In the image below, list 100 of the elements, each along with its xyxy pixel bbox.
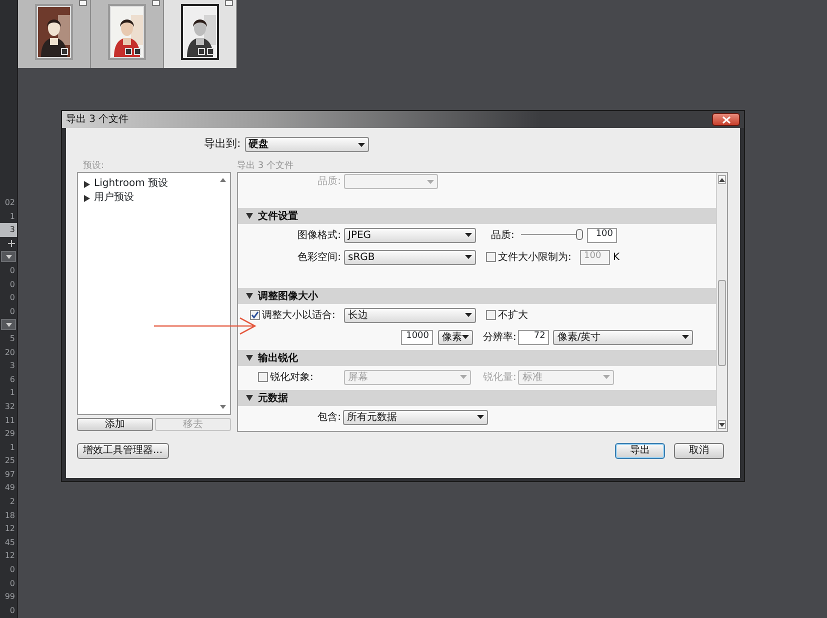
badge-icon <box>134 48 141 55</box>
caret-icon <box>427 180 434 184</box>
badge-icon <box>61 48 68 55</box>
input-field[interactable]: 72 <box>518 330 550 344</box>
row-number[interactable]: 02 <box>0 196 17 210</box>
section-header[interactable]: 输出锐化 <box>238 350 716 366</box>
cancel-button[interactable]: 取消 <box>674 443 724 459</box>
dropdown[interactable]: 像素/英寸 <box>553 330 694 344</box>
dropdown[interactable]: 长边 <box>344 308 476 322</box>
filmstrip-cell[interactable] <box>18 0 91 68</box>
row-number[interactable]: 12 <box>0 522 17 536</box>
row-number[interactable]: 2 <box>0 495 17 509</box>
row-number[interactable]: 0 <box>0 563 17 577</box>
section-header[interactable]: 文件设置 <box>238 208 716 224</box>
checkbox-label: 不扩大 <box>498 308 528 322</box>
collapse-icon <box>246 395 253 401</box>
frame-icon <box>125 48 132 55</box>
row-number[interactable]: 3 <box>0 223 17 237</box>
slider-thumb[interactable] <box>576 229 583 240</box>
flag-icon <box>225 0 233 6</box>
row-number[interactable]: 11 <box>0 414 17 428</box>
filmstrip-cell[interactable] <box>164 0 237 68</box>
caret-icon <box>465 255 472 259</box>
window-title: 导出 3 个文件 <box>66 112 129 127</box>
checkbox[interactable] <box>258 372 268 382</box>
row-number[interactable]: 0 <box>0 264 17 278</box>
field-label: 分辨率: <box>483 330 516 344</box>
section-header[interactable]: 调整图像大小 <box>238 288 716 304</box>
plus-icon[interactable] <box>8 240 15 248</box>
row-number[interactable]: 1 <box>0 210 17 224</box>
dropdown[interactable]: sRGB <box>344 250 476 264</box>
flag-icon <box>79 0 87 6</box>
input-field[interactable]: 1000 <box>401 330 433 344</box>
row-number[interactable]: 97 <box>0 468 17 482</box>
row-number[interactable]: 1 <box>0 386 17 400</box>
row-number[interactable]: 0 <box>0 576 17 590</box>
row-number[interactable]: 3 <box>0 359 17 373</box>
row-number[interactable]: 0 <box>0 291 17 305</box>
toggle-button[interactable] <box>1 251 16 262</box>
section-header[interactable]: 元数据 <box>238 390 716 406</box>
row-number[interactable]: 12 <box>0 549 17 564</box>
row-number[interactable]: 18 <box>0 508 17 522</box>
close-button[interactable] <box>712 113 740 126</box>
export-to-select[interactable]: 硬盘 <box>244 137 369 152</box>
field-label: 锐化量: <box>483 370 516 384</box>
collapse-icon <box>246 355 253 361</box>
caret-icon <box>460 375 467 379</box>
row-number[interactable]: 0 <box>0 278 17 292</box>
row-number[interactable]: 20 <box>0 346 17 360</box>
row-number[interactable]: 5 <box>0 332 17 346</box>
filmstrip-cell[interactable] <box>91 0 164 68</box>
row-number[interactable]: 0 <box>0 304 17 318</box>
plugin-manager-button[interactable]: 增效工具管理器... <box>77 443 169 459</box>
close-icon <box>722 116 730 124</box>
frame-icon <box>198 48 205 55</box>
row-number[interactable]: 0 <box>0 604 17 618</box>
scroll-down-icon <box>719 422 725 426</box>
row-number[interactable]: 29 <box>0 427 17 441</box>
row-number[interactable]: 1 <box>0 440 17 454</box>
flag-icon <box>152 0 160 6</box>
dropdown[interactable]: 所有元数据 <box>343 410 488 424</box>
caret-icon <box>358 142 365 146</box>
dropdown[interactable]: JPEG <box>344 228 476 242</box>
row-number[interactable]: 49 <box>0 481 17 496</box>
caret-icon <box>6 322 12 327</box>
dropdown[interactable]: 像素 <box>438 330 473 344</box>
caret-icon <box>462 335 469 339</box>
collapse-icon <box>246 293 253 299</box>
check-icon <box>251 311 259 319</box>
row-number[interactable]: 25 <box>0 454 17 468</box>
field-label: 品质: <box>491 228 516 242</box>
input-field[interactable]: 100 <box>587 228 617 242</box>
row-number[interactable]: 45 <box>0 536 17 550</box>
row-number[interactable]: 99 <box>0 590 17 604</box>
scroll-thumb[interactable] <box>718 280 726 366</box>
scrollbar[interactable] <box>716 173 727 431</box>
caret-icon <box>603 375 610 379</box>
field-label: 品质: <box>316 174 341 189</box>
caret-icon <box>682 335 690 339</box>
toggle-button[interactable] <box>1 319 16 330</box>
caret-icon <box>465 233 472 237</box>
checkbox-label: 调整大小以适合: <box>262 308 336 322</box>
checkbox[interactable] <box>486 252 496 262</box>
checkbox-label: 文件大小限制为: <box>498 250 572 264</box>
field-label: 图像格式: <box>296 228 341 242</box>
slider[interactable] <box>521 228 583 242</box>
field-label: 包含: <box>316 410 341 424</box>
field-label: K <box>613 250 620 264</box>
field-label: 色彩空间: <box>296 250 341 264</box>
checkbox[interactable] <box>250 310 260 320</box>
scroll-down-icon <box>220 405 226 409</box>
row-number[interactable]: 32 <box>0 400 17 414</box>
preset-folder[interactable]: Lightroom 预设 <box>84 177 224 191</box>
export-to-label: 导出到: <box>204 136 241 152</box>
export-button[interactable]: 导出 <box>615 443 665 459</box>
checkbox[interactable] <box>486 310 496 320</box>
add-button[interactable]: 添加 <box>77 418 153 431</box>
row-number[interactable]: 6 <box>0 372 17 386</box>
settings-caption: 导出 3 个文件 <box>237 161 294 172</box>
preset-folder[interactable]: 用户预设 <box>84 191 224 205</box>
